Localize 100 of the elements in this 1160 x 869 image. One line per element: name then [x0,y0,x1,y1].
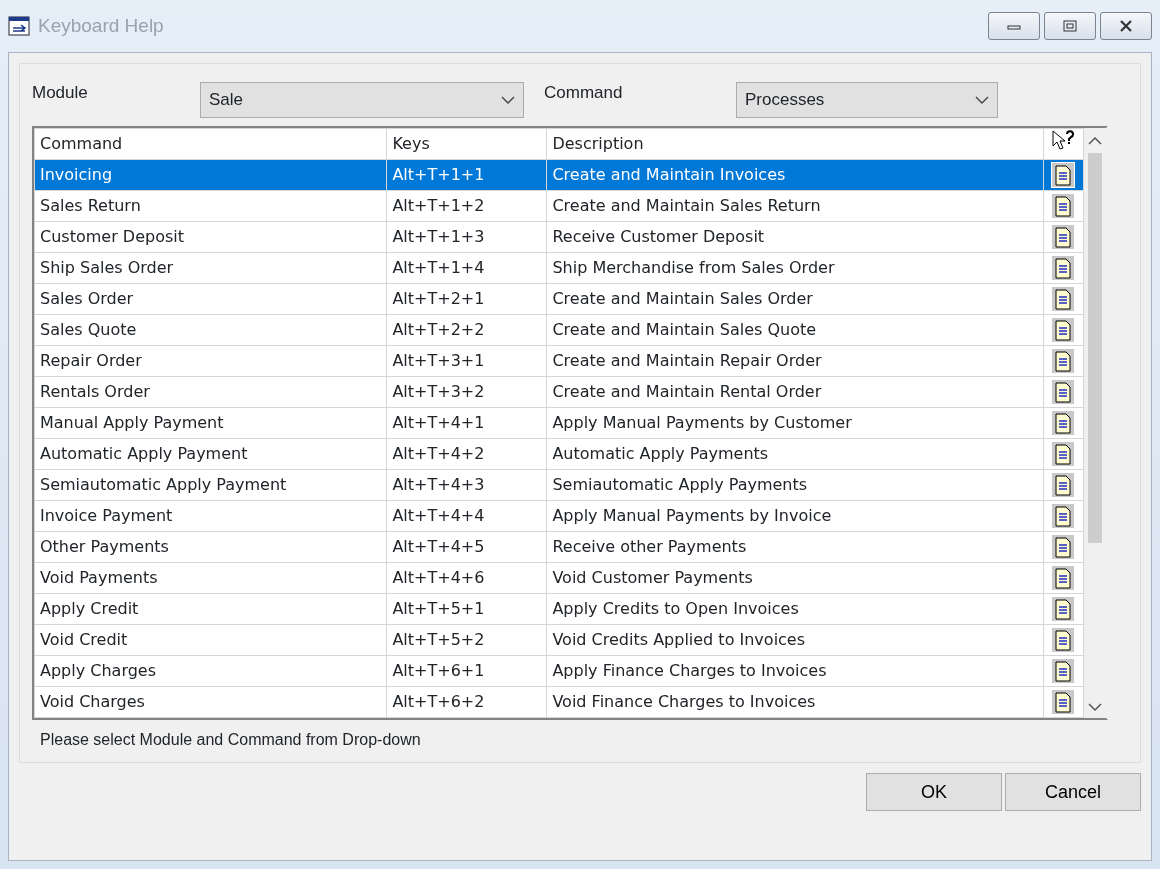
table-cell: Void Finance Charges to Invoices [546,686,1044,718]
document-icon [1052,628,1075,653]
minimize-button[interactable] [988,12,1040,40]
table-cell: Void Payments [34,562,387,594]
table-cell: Create and Maintain Invoices [546,159,1044,191]
table-cell: Alt+T+3+2 [386,376,547,408]
field-label: Module [32,82,89,104]
table-cell: Alt+T+4+3 [386,469,547,501]
table-cell: Alt+T+1+4 [386,252,547,284]
table-row[interactable]: Sales Order Alt+T+2+1 Create and Maintain Sales Order [34,283,1084,315]
table-cell: Alt+T+1+2 [386,190,547,222]
cancel-button[interactable]: Cancel [1005,773,1141,811]
table-cell: Sales Return [34,190,387,222]
table-cell: Customer Deposit [34,221,387,253]
column-header[interactable]: Description [546,128,1044,160]
column-header[interactable]: Command [34,128,387,160]
dropdown[interactable]: Sale [200,82,524,118]
column-header[interactable]: Keys [386,128,547,160]
table-row[interactable]: Void Payments Alt+T+4+6 Void Customer Payments [34,562,1084,594]
table-row[interactable]: Sales Return Alt+T+1+2 Create and Maintain Sales Return [34,190,1084,222]
table-cell: Void Charges [34,686,387,718]
table-cell: Create and Maintain Sales Order [546,283,1044,315]
table-cell: Semiautomatic Apply Payment [34,469,387,501]
window-title: Keyboard Help [38,13,164,38]
document-icon [1052,225,1075,250]
table-cell: Apply Charges [34,655,387,687]
table-cell: Apply Credit [34,593,387,625]
table-cell: Apply Finance Charges to Invoices [546,655,1044,687]
table-cell: Void Customer Payments [546,562,1044,594]
table-cell: Repair Order [34,345,387,377]
table-cell: Sales Quote [34,314,387,346]
dropdown[interactable]: Processes [736,82,998,118]
status-text: Please select Module and Command from Drop-down [39,730,422,750]
table-cell: Alt+T+6+2 [386,686,547,718]
table-row[interactable]: Repair Order Alt+T+3+1 Create and Maintain Repair Order [34,345,1084,377]
close-button[interactable] [1100,12,1152,40]
table-cell: Apply Manual Payments by Customer [546,407,1044,439]
document-icon [1052,504,1075,529]
table-cell: Void Credit [34,624,387,656]
table-cell: Ship Sales Order [34,252,387,284]
document-icon [1052,690,1075,715]
table-cell: Apply Credits to Open Invoices [546,593,1044,625]
table-cell: Ship Merchandise from Sales Order [546,252,1044,284]
table-cell: Alt+T+2+1 [386,283,547,315]
table-cell: Alt+T+1+1 [386,159,547,191]
table-row[interactable]: Manual Apply Payment Alt+T+4+1 Apply Manual Payments by Customer [34,407,1084,439]
close-icon [1119,20,1133,32]
table-row[interactable]: Automatic Apply Payment Alt+T+4+2 Automatic Apply Payments [34,438,1084,470]
chevron-down-icon [975,95,989,105]
chevron-down-icon[interactable] [1088,703,1103,712]
scrollbar[interactable] [1084,128,1106,718]
table-cell: Alt+T+3+1 [386,345,547,377]
document-icon [1052,318,1075,343]
table-cell: Alt+T+5+1 [386,593,547,625]
table-cell: Void Credits Applied to Invoices [546,624,1044,656]
table-row[interactable]: Semiautomatic Apply Payment Alt+T+4+3 Semiautomatic Apply Payments [34,469,1084,501]
document-icon [1052,194,1075,219]
table-cell: Invoice Payment [34,500,387,532]
document-icon [1052,256,1075,281]
table-cell: Receive Customer Deposit [546,221,1044,253]
document-icon [1052,349,1075,374]
table-cell: Sales Order [34,283,387,315]
ok-button[interactable]: OK [866,773,1002,811]
table-cell: Alt+T+4+4 [386,500,547,532]
table-cell: Alt+T+6+1 [386,655,547,687]
maximize-icon [1063,20,1077,32]
document-icon [1052,287,1075,312]
table-cell: Automatic Apply Payment [34,438,387,470]
table-row[interactable]: Customer Deposit Alt+T+1+3 Receive Customer Deposit [34,221,1084,253]
table-cell: Manual Apply Payment [34,407,387,439]
table-row[interactable]: Apply Charges Alt+T+6+1 Apply Finance Charges to Invoices [34,655,1084,687]
table-cell: Automatic Apply Payments [546,438,1044,470]
table-cell: Receive other Payments [546,531,1044,563]
table-row[interactable]: Ship Sales Order Alt+T+1+4 Ship Merchandise from Sales Order [34,252,1084,284]
table-row[interactable]: Void Charges Alt+T+6+2 Void Finance Charges to Invoices [34,686,1084,718]
document-icon [1052,535,1075,560]
document-icon [1052,411,1075,436]
document-icon [1052,163,1075,188]
chevron-down-icon [501,95,515,105]
table-cell: Alt+T+4+5 [386,531,547,563]
table-row[interactable]: Other Payments Alt+T+4+5 Receive other Payments [34,531,1084,563]
document-icon [1052,442,1075,467]
table-row[interactable]: Rentals Order Alt+T+3+2 Create and Maintain Rental Order [34,376,1084,408]
document-icon [1052,566,1075,591]
document-icon [1052,473,1075,498]
table-cell: Rentals Order [34,376,387,408]
table-cell: Invoicing [34,159,387,191]
field-label: Command [544,82,624,104]
table-row[interactable]: Invoice Payment Alt+T+4+4 Apply Manual Payments by Invoice [34,500,1084,532]
table-row[interactable]: Void Credit Alt+T+5+2 Void Credits Applied to Invoices [34,624,1084,656]
table-row[interactable]: Invoicing Alt+T+1+1 Create and Maintain Invoices [34,159,1084,191]
table-cell: Apply Manual Payments by Invoice [546,500,1044,532]
table-row[interactable]: Sales Quote Alt+T+2+2 Create and Maintain Sales Quote [34,314,1084,346]
table-cell: Alt+T+5+2 [386,624,547,656]
table-cell: Alt+T+2+2 [386,314,547,346]
table-cell: Alt+T+1+3 [386,221,547,253]
chevron-up-icon[interactable] [1088,136,1103,145]
table-row[interactable]: Apply Credit Alt+T+5+1 Apply Credits to Open Invoices [34,593,1084,625]
app-icon [8,16,30,36]
table-cell: Alt+T+4+6 [386,562,547,594]
